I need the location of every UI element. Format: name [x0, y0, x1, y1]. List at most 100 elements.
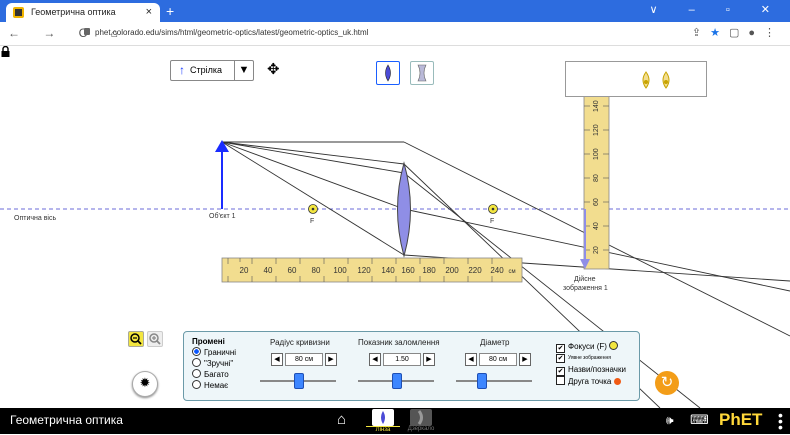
light-sun-icon[interactable]: ✹ — [132, 371, 158, 397]
vruler-tick-label: 40 — [593, 222, 600, 230]
radius-value: 80 см — [285, 353, 323, 366]
object-type-combobox[interactable]: ↑ Стрілка ▼ — [170, 60, 254, 81]
ruler-tick-label: 220 — [468, 266, 482, 275]
audio-icon[interactable]: 🕪 — [666, 413, 674, 428]
star-icon[interactable]: ★ — [710, 27, 729, 39]
ruler-tick-label: 200 — [445, 266, 459, 275]
keyboard-icon[interactable]: ⌨ — [690, 412, 709, 428]
radius-title: Радіус кривизни — [270, 338, 330, 347]
ruler-tick-label: 240 — [490, 266, 504, 275]
sidebar-icon[interactable]: ▢ — [729, 27, 748, 39]
diameter-slider-track[interactable] — [456, 380, 532, 382]
sim-title: Геометрична оптика — [10, 413, 123, 427]
screen-mirror-label: Дзеркало — [407, 426, 435, 432]
diameter-increment-button[interactable]: ▶ — [519, 353, 531, 366]
focal-label-right: F — [490, 218, 494, 225]
labels-checkbox[interactable]: Назви/позначки — [556, 364, 626, 376]
horizontal-ruler[interactable]: 20 40 60 80 100 120 140 160 180 200 220 … — [221, 257, 523, 283]
share-icon[interactable]: ⇪ — [692, 27, 710, 39]
reset-all-button[interactable]: ↻ — [655, 371, 679, 395]
object-label: Об'єкт 1 — [209, 212, 236, 220]
move-icon[interactable]: ✥ — [267, 60, 280, 78]
mirror-screen-icon — [410, 409, 432, 426]
checkbox-group: Фокуси (F) Уявне зображення Назви/познач… — [556, 341, 626, 387]
vruler-tick-label: 100 — [593, 148, 600, 160]
ruler-tick-label: 160 — [401, 266, 415, 275]
phet-logo[interactable]: PhET — [719, 410, 762, 430]
zoom-in-button[interactable] — [147, 331, 163, 347]
index-increment-button[interactable]: ▶ — [423, 353, 435, 366]
vruler-tick-label: 80 — [593, 174, 600, 182]
index-slider-thumb[interactable] — [392, 373, 402, 389]
ray-option-principal[interactable]: "Зручні" — [192, 358, 236, 369]
url-field[interactable]: phet.colorado.edu/sims/html/geometric-op… — [95, 28, 368, 37]
radius-decrement-button[interactable]: ◀ — [271, 353, 283, 366]
lock-icon[interactable] — [84, 28, 90, 35]
ruler-tick-label: 20 — [240, 266, 249, 275]
ray-option-marginal[interactable]: Граничні — [192, 347, 236, 358]
second-point-checkbox[interactable]: Друга точка — [556, 376, 626, 387]
lens-screen-icon — [372, 409, 394, 426]
object-arrow[interactable] — [215, 140, 229, 209]
vruler-tick-label: 120 — [593, 124, 600, 136]
address-bar: ← → C ⌂ phet.colorado.edu/sims/html/geom… — [0, 22, 790, 46]
convex-lens-button[interactable] — [376, 61, 400, 85]
ruler-tick-label: 180 — [422, 266, 436, 275]
menu-icon[interactable]: ⋮ — [764, 27, 784, 39]
screen-mirror-button[interactable]: Дзеркало — [404, 408, 438, 434]
ruler-tick-label: 120 — [357, 266, 371, 275]
index-title: Показник заломлення — [358, 338, 440, 347]
vruler-tick-label: 140 — [593, 100, 600, 112]
vruler-tick-label: 20 — [593, 246, 600, 254]
virtual-image-checkbox[interactable]: Уявне зображення — [556, 353, 626, 364]
focal-label-left: F — [310, 218, 314, 225]
zoom-out-button[interactable] — [128, 331, 144, 347]
focal-point-right — [488, 204, 498, 214]
control-panel: Промені Граничні "Зручні" Багато Немає Р… — [183, 331, 640, 401]
browser-tabbar: Геометрична оптика × + ∨ – ▫ ✕ — [0, 0, 790, 22]
arrow-up-icon: ↑ — [179, 63, 185, 77]
ray-option-many[interactable]: Багато — [192, 369, 236, 380]
radius-slider-thumb[interactable] — [294, 373, 304, 389]
sim-play-area: Оптична вісь 20 40 60 80 100 120 140 160… — [0, 46, 790, 408]
home-icon[interactable]: ⌂ — [337, 411, 346, 428]
tab-title: Геометрична оптика — [31, 7, 116, 17]
diameter-slider-thumb[interactable] — [477, 373, 487, 389]
second-point-icon — [613, 378, 621, 385]
rays-group: Промені Граничні "Зручні" Багато Немає — [192, 337, 236, 391]
screen-lens-label: Лінза — [366, 426, 400, 433]
dropdown-arrow-icon[interactable]: ▼ — [234, 61, 253, 80]
ruler-unit-label: см — [508, 269, 515, 275]
phet-navbar: Геометрична оптика ⌂ Лінза Дзеркало 🕪 ⌨ … — [0, 408, 790, 434]
vertical-ruler[interactable]: 140 120 100 80 60 40 20 — [583, 93, 610, 270]
vruler-tick-label: 60 — [593, 198, 600, 206]
image-label: Дійсне — [574, 275, 596, 283]
browser-tab[interactable]: Геометрична оптика × — [6, 3, 160, 22]
browser-actions[interactable]: ⇪★▢●⋮ — [692, 26, 784, 39]
focal-point-left — [308, 204, 318, 214]
tools-toolbox — [565, 61, 707, 97]
image-label-2: зображення 1 — [563, 284, 608, 292]
ruler-tick-label: 140 — [381, 266, 395, 275]
focal-points-checkbox[interactable]: Фокуси (F) — [556, 341, 626, 353]
ruler-tick-label: 100 — [333, 266, 347, 275]
object-type-label: Стрілка — [190, 65, 223, 75]
index-decrement-button[interactable]: ◀ — [369, 353, 381, 366]
focal-point-icon — [609, 341, 619, 350]
radius-increment-button[interactable]: ▶ — [325, 353, 337, 366]
phet-menu-icon[interactable]: • • • — [778, 408, 783, 434]
ruler-tick-label: 80 — [312, 266, 321, 275]
diameter-title: Діаметр — [480, 338, 510, 347]
tab-close-button[interactable]: × — [146, 6, 152, 18]
light-source-icon[interactable] — [638, 70, 678, 90]
phet-favicon-icon — [13, 7, 24, 18]
concave-lens-button[interactable] — [410, 61, 434, 85]
screen-lens-button[interactable]: Лінза — [366, 408, 400, 434]
ruler-tick-label: 40 — [264, 266, 273, 275]
diameter-decrement-button[interactable]: ◀ — [465, 353, 477, 366]
window-controls[interactable]: ∨ – ▫ ✕ — [650, 3, 784, 16]
new-tab-button[interactable]: + — [166, 3, 174, 19]
lock-icon[interactable] — [0, 46, 11, 57]
profile-icon[interactable]: ● — [748, 27, 764, 39]
ray-option-none[interactable]: Немає — [192, 380, 236, 391]
